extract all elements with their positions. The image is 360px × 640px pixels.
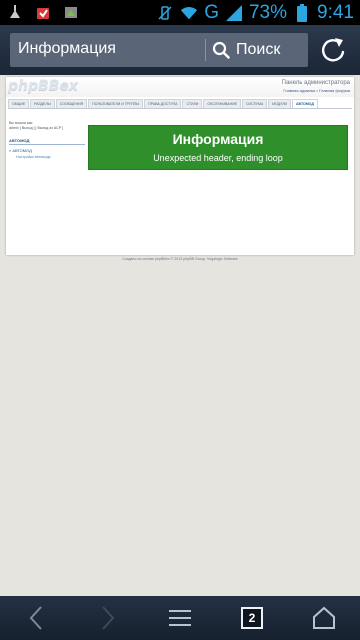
search-icon xyxy=(212,41,230,59)
forward-button[interactable] xyxy=(84,596,132,640)
browser-action-bar: Информация Поиск xyxy=(0,25,360,75)
notice-heading: Информация xyxy=(172,131,264,147)
home-icon xyxy=(313,606,335,629)
admin-panel-title: Панель администратора xyxy=(281,80,350,86)
tab-forums[interactable]: РАЗДЕЛЫ xyxy=(30,99,55,108)
clock: 9:41 xyxy=(317,2,354,23)
tab-permissions[interactable]: ПРАВА ДОСТУПА xyxy=(144,99,182,108)
system-status: G 73% 9:41 xyxy=(156,1,354,25)
tabs-count-badge: 2 xyxy=(241,607,263,629)
tab-general[interactable]: ОБЩИЕ xyxy=(8,99,30,108)
notification-icons xyxy=(6,3,80,21)
signal-icon xyxy=(225,4,243,22)
search-label: Поиск xyxy=(236,41,281,58)
refresh-button[interactable] xyxy=(318,35,348,65)
tabs-button[interactable]: 2 xyxy=(228,596,276,640)
battery-percent: 73% xyxy=(248,2,288,23)
sidebar-item-automod[interactable]: » АВТОМОД xyxy=(9,148,85,153)
chevron-right-icon xyxy=(102,606,115,630)
info-notice: Информация Unexpected header, ending loo… xyxy=(88,125,348,170)
acp-tabs: ОБЩИЕ РАЗДЕЛЫ СООБЩЕНИЯ ПОЛЬЗОВАТЕЛИ И Г… xyxy=(8,99,352,109)
site-logo[interactable]: phpBBex xyxy=(8,78,78,94)
sidebar-item-automod-settings[interactable]: Настройки автомода xyxy=(16,155,85,159)
search-button[interactable]: Поиск xyxy=(212,36,280,64)
home-button[interactable] xyxy=(300,596,348,640)
menu-button[interactable] xyxy=(156,596,204,640)
refresh-icon xyxy=(321,38,345,62)
android-icon xyxy=(62,3,80,21)
tab-users-groups[interactable]: ПОЛЬЗОВАТЕЛИ И ГРУППЫ xyxy=(88,99,144,108)
admin-links[interactable]: Главная админки • Главная форума xyxy=(283,88,350,93)
back-button[interactable] xyxy=(12,596,60,640)
menu-icon xyxy=(169,610,191,626)
network-type: G xyxy=(204,2,219,23)
tab-posting[interactable]: СООБЩЕНИЯ xyxy=(55,99,88,108)
vibrate-off-icon xyxy=(156,4,174,22)
page-footer: Создано на основе phpBBex © 2013 phpBB G… xyxy=(122,257,238,261)
wifi-icon xyxy=(180,4,198,22)
chevron-left-icon xyxy=(29,606,42,630)
tab-automod[interactable]: АВТОМОД xyxy=(292,99,318,108)
page-title[interactable]: Информация xyxy=(18,40,116,58)
site-header: phpBBex Панель администратора Главная ад… xyxy=(6,77,354,97)
status-bar: G 73% 9:41 xyxy=(0,0,360,25)
tab-modules[interactable]: МОДУЛИ xyxy=(268,99,292,108)
address-bar[interactable]: Информация Поиск xyxy=(10,33,308,67)
cleaner-icon xyxy=(6,3,24,21)
notice-message: Unexpected header, ending loop xyxy=(153,153,283,163)
shopping-bag-icon xyxy=(34,3,52,21)
sidebar-section-title: АВТОМОД xyxy=(9,138,85,145)
tab-maintenance[interactable]: ОБСЛУЖИВАНИЕ xyxy=(203,99,241,108)
battery-icon xyxy=(293,4,311,22)
web-page: phpBBex Панель администратора Главная ад… xyxy=(6,77,354,255)
tab-styles[interactable]: СТИЛИ xyxy=(182,99,203,108)
user-line[interactable]: admin [ Выход ] [ Выход из АСР ] xyxy=(9,126,85,131)
sidebar: Вы вошли как: admin [ Выход ] [ Выход из… xyxy=(9,121,85,159)
tab-system[interactable]: СИСТЕМА xyxy=(241,99,268,108)
divider xyxy=(205,39,206,61)
browser-bottom-bar: 2 xyxy=(0,596,360,640)
